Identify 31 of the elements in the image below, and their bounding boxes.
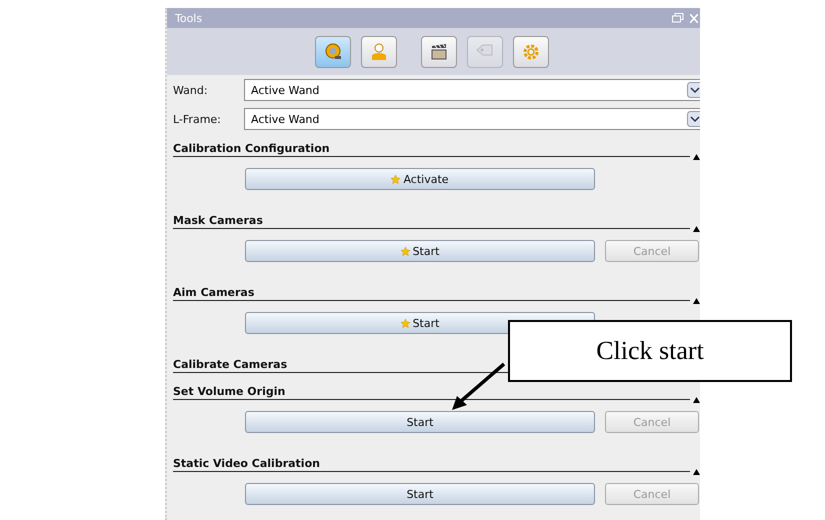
gear-tool-button[interactable] bbox=[513, 36, 549, 68]
clapperboard-icon bbox=[429, 42, 449, 62]
field-label: L-Frame: bbox=[173, 112, 222, 126]
callout-tooltip: Click start bbox=[508, 320, 792, 382]
section-title: Set Volume Origin bbox=[173, 385, 286, 399]
section-title: Static Video Calibration bbox=[173, 457, 320, 471]
collapse-icon[interactable] bbox=[693, 469, 700, 475]
section-title: Mask Cameras bbox=[173, 214, 263, 228]
section-title: Aim Cameras bbox=[173, 286, 254, 300]
dropdown-arrow-icon[interactable] bbox=[687, 82, 700, 98]
start-button[interactable]: Start bbox=[245, 240, 595, 262]
dropdown-arrow-icon[interactable] bbox=[687, 111, 700, 127]
person-tool-button[interactable] bbox=[361, 36, 397, 68]
settings-icon bbox=[521, 42, 541, 62]
section-title: Calibration Configuration bbox=[173, 142, 330, 156]
start-button[interactable]: Activate bbox=[245, 168, 595, 190]
clapper-tool-button[interactable] bbox=[421, 36, 457, 68]
dropdown-field[interactable]: Active Wand bbox=[244, 108, 700, 130]
person-icon bbox=[369, 42, 389, 62]
collapse-icon[interactable] bbox=[693, 298, 700, 304]
window-title: Tools bbox=[175, 12, 204, 24]
start-button[interactable]: Start bbox=[245, 483, 595, 505]
collapse-icon[interactable] bbox=[693, 397, 700, 403]
tape-measure-icon bbox=[323, 42, 343, 62]
start-button[interactable]: Start bbox=[245, 411, 595, 433]
collapse-icon[interactable] bbox=[693, 154, 700, 160]
section-title: Calibrate Cameras bbox=[173, 358, 288, 372]
collapse-icon[interactable] bbox=[693, 226, 700, 232]
dropdown-field[interactable]: Active Wand bbox=[244, 79, 700, 101]
tape-tool-button[interactable] bbox=[315, 36, 351, 68]
field-label: Wand: bbox=[173, 84, 209, 96]
